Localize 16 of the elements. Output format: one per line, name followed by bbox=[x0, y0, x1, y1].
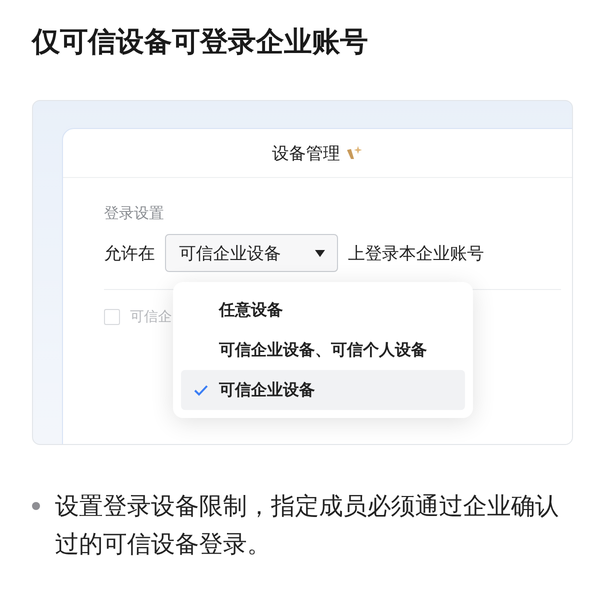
caret-icon bbox=[315, 250, 325, 256]
page-heading: 仅可信设备可登录企业账号 bbox=[32, 24, 369, 60]
section-label: 登录设置 bbox=[104, 203, 165, 224]
check-icon bbox=[194, 385, 208, 396]
sparkle-icon bbox=[346, 145, 362, 161]
menu-item[interactable]: 任意设备 bbox=[181, 290, 465, 330]
option-label: 可信企 bbox=[130, 308, 172, 326]
device-select[interactable]: 可信企业设备 bbox=[165, 234, 338, 272]
bullet-dot bbox=[32, 502, 40, 510]
checkbox[interactable] bbox=[104, 309, 120, 325]
menu-item[interactable]: 可信企业设备、可信个人设备 bbox=[181, 330, 465, 370]
label-text: 允许在 bbox=[104, 242, 155, 264]
card-title: 设备管理 bbox=[272, 142, 340, 164]
bullet-text: 设置登录设备限制，指定成员必须通过企业确认过的可信设备登录。 bbox=[55, 491, 560, 560]
menu-item[interactable]: 可信企业设备 bbox=[181, 370, 465, 410]
label-text: 上登录本企业账号 bbox=[348, 242, 484, 264]
